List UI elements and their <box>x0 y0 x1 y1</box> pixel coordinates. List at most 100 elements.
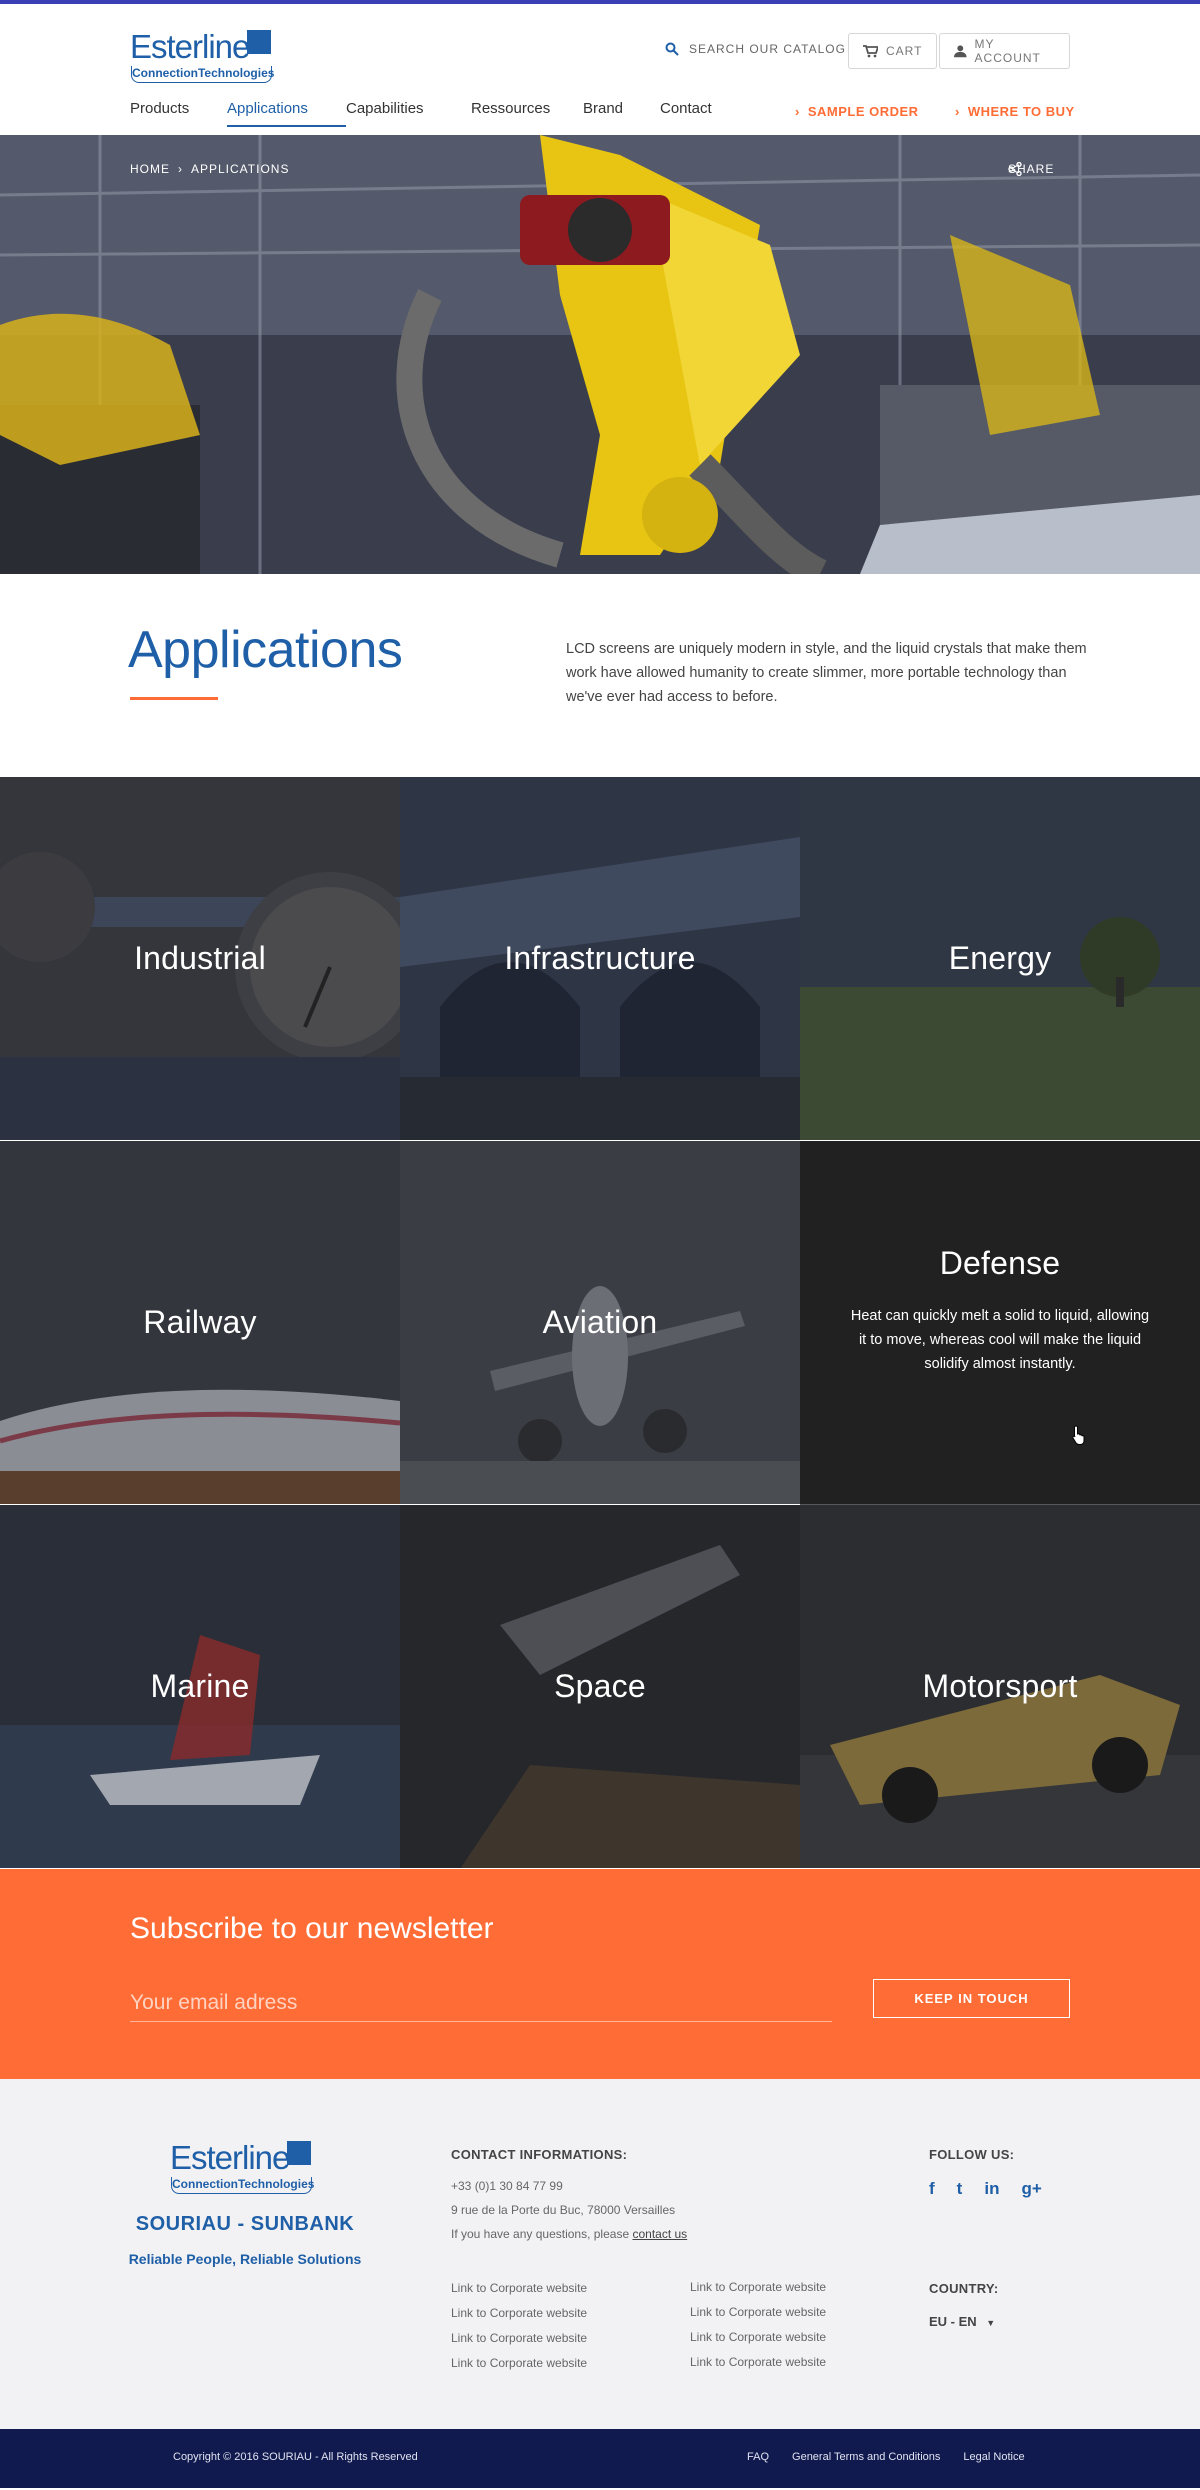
search-label: SEARCH OUR CATALOG <box>689 42 846 56</box>
contact-us-link[interactable]: contact us <box>632 2227 687 2241</box>
nav-item-capabilities[interactable]: Capabilities <box>346 100 471 117</box>
share-button[interactable]: SHARE <box>1008 162 1054 176</box>
site-header: Esterline ConnectionTechnologies SEARCH … <box>0 4 1200 135</box>
site-footer: Esterline ConnectionTechnologies SOURIAU… <box>0 2079 1200 2429</box>
robot-arm-image <box>0 135 1200 574</box>
tile-title: Railway <box>143 1304 257 1340</box>
breadcrumb-home[interactable]: HOME <box>130 162 170 176</box>
page-title: Applications <box>128 621 403 679</box>
logo-wordmark: Esterline <box>130 28 250 65</box>
country-value: EU - EN <box>929 2314 977 2329</box>
search-catalog-link[interactable]: SEARCH OUR CATALOG <box>665 42 846 56</box>
terms-link[interactable]: General Terms and Conditions <box>792 2451 940 2463</box>
main-nav: Products Applications Capabilities Resso… <box>130 100 712 127</box>
logo-subtitle: ConnectionTechnologies <box>131 66 274 83</box>
application-tile-industrial[interactable]: Industrial <box>0 777 400 1141</box>
country-heading: COUNTRY: <box>929 2281 999 2296</box>
country-selector[interactable]: EU - EN ▼ <box>929 2314 995 2329</box>
corporate-link[interactable]: Link to Corporate website <box>690 2305 826 2319</box>
contact-address: 9 rue de la Porte du Buc, 78000 Versaill… <box>451 2203 676 2217</box>
where-to-buy-link[interactable]: › WHERE TO BUY <box>955 104 1075 119</box>
my-account-button[interactable]: MY ACCOUNT <box>939 33 1070 69</box>
questions-text: If you have any questions, please <box>451 2227 630 2241</box>
logo-subtitle: ConnectionTechnologies <box>171 2177 314 2194</box>
corporate-link[interactable]: Link to Corporate website <box>690 2280 826 2294</box>
applications-grid: Industrial Infrastructure Energy Railway… <box>0 777 1200 1869</box>
share-icon <box>1008 162 1022 176</box>
nav-item-ressources[interactable]: Ressources <box>471 100 583 117</box>
tile-title: Energy <box>948 940 1052 976</box>
cart-button[interactable]: CART <box>848 33 938 69</box>
nav-item-products[interactable]: Products <box>130 100 227 117</box>
corporate-link[interactable]: Link to Corporate website <box>690 2330 826 2344</box>
legal-notice-link[interactable]: Legal Notice <box>963 2451 1024 2463</box>
newsletter-section: Subscribe to our newsletter KEEP IN TOUC… <box>0 1869 1200 2079</box>
sample-order-label: SAMPLE ORDER <box>807 104 919 119</box>
faq-link[interactable]: FAQ <box>747 2451 769 2463</box>
tile-title: Infrastructure <box>504 940 696 976</box>
tile-title: Motorsport <box>922 1668 1078 1704</box>
account-label: MY ACCOUNT <box>974 37 1041 65</box>
corporate-link[interactable]: Link to Corporate website <box>451 2281 587 2295</box>
search-icon <box>665 42 679 56</box>
twitter-icon[interactable]: t <box>957 2179 963 2199</box>
facebook-icon[interactable]: f <box>929 2179 935 2199</box>
tile-title: Aviation <box>542 1304 658 1340</box>
corporate-link[interactable]: Link to Corporate website <box>451 2306 587 2320</box>
sample-order-link[interactable]: › SAMPLE ORDER <box>795 104 919 119</box>
caret-down-icon: ▼ <box>986 2318 996 2328</box>
application-tile-defense[interactable]: Defense Heat can quickly melt a solid to… <box>800 1141 1200 1505</box>
hand-cursor-icon <box>1072 1425 1085 1445</box>
intro-text: LCD screens are uniquely modern in style… <box>566 641 1087 705</box>
legal-links: FAQ General Terms and Conditions Legal N… <box>747 2451 1025 2463</box>
corporate-link[interactable]: Link to Corporate website <box>451 2331 587 2345</box>
application-tile-energy[interactable]: Energy <box>800 777 1200 1141</box>
nav-item-brand[interactable]: Brand <box>583 100 660 117</box>
user-icon <box>954 45 967 58</box>
newsletter-title: Subscribe to our newsletter <box>130 1912 494 1945</box>
email-input[interactable] <box>130 1984 832 2022</box>
tile-title: Marine <box>150 1668 250 1704</box>
logo-wordmark: Esterline <box>170 2139 290 2176</box>
hero-banner: HOME › APPLICATIONS SHARE <box>0 135 1200 574</box>
corporate-link[interactable]: Link to Corporate website <box>451 2356 587 2370</box>
footer-links-col1: Link to Corporate website Link to Corpor… <box>451 2281 587 2370</box>
where-to-buy-label: WHERE TO BUY <box>967 104 1075 119</box>
intro-section: Applications LCD screens are uniquely mo… <box>0 574 1200 777</box>
application-tile-motorsport[interactable]: Motorsport <box>800 1505 1200 1869</box>
contact-heading: CONTACT INFORMATIONS: <box>451 2147 628 2162</box>
linkedin-icon[interactable]: in <box>984 2179 999 2199</box>
footer-links-col2: Link to Corporate website Link to Corpor… <box>690 2280 826 2369</box>
google-plus-icon[interactable]: g+ <box>1021 2179 1041 2199</box>
bottom-bar: Copyright © 2016 SOURIAU - All Rights Re… <box>0 2429 1200 2488</box>
application-tile-marine[interactable]: Marine <box>0 1505 400 1869</box>
chevron-right-icon: › <box>795 104 800 119</box>
contact-phone: +33 (0)1 30 84 77 99 <box>451 2179 563 2193</box>
application-tile-infrastructure[interactable]: Infrastructure <box>400 777 800 1141</box>
breadcrumb: HOME › APPLICATIONS <box>130 162 289 176</box>
tile-title: Industrial <box>134 940 266 976</box>
corporate-link[interactable]: Link to Corporate website <box>690 2355 826 2369</box>
chevron-right-icon: › <box>955 104 960 119</box>
esterline-logo[interactable]: Esterline ConnectionTechnologies <box>130 28 274 84</box>
footer-esterline-logo[interactable]: Esterline ConnectionTechnologies <box>170 2139 318 2195</box>
tile-description: Heat can quickly melt a solid to liquid,… <box>850 1308 1150 1372</box>
application-tile-aviation[interactable]: Aviation <box>400 1141 800 1505</box>
tile-title: Defense <box>939 1245 1061 1281</box>
keep-in-touch-button[interactable]: KEEP IN TOUCH <box>873 1979 1070 2018</box>
copyright-text: Copyright © 2016 SOURIAU - All Rights Re… <box>173 2451 418 2463</box>
title-underline <box>130 697 218 700</box>
application-tile-railway[interactable]: Railway <box>0 1141 400 1505</box>
chevron-right-icon: › <box>178 162 183 176</box>
logo-square-icon <box>247 30 271 54</box>
follow-heading: FOLLOW US: <box>929 2147 1015 2162</box>
cart-label: CART <box>886 44 923 58</box>
breadcrumb-current: APPLICATIONS <box>191 162 290 176</box>
social-links: f t in g+ <box>929 2179 1042 2199</box>
footer-brand: SOURIAU - SUNBANK <box>135 2213 355 2235</box>
logo-square-icon <box>287 2141 311 2165</box>
nav-item-applications[interactable]: Applications <box>227 100 346 127</box>
tile-title: Space <box>554 1668 646 1704</box>
application-tile-space[interactable]: Space <box>400 1505 800 1869</box>
nav-item-contact[interactable]: Contact <box>660 100 712 117</box>
